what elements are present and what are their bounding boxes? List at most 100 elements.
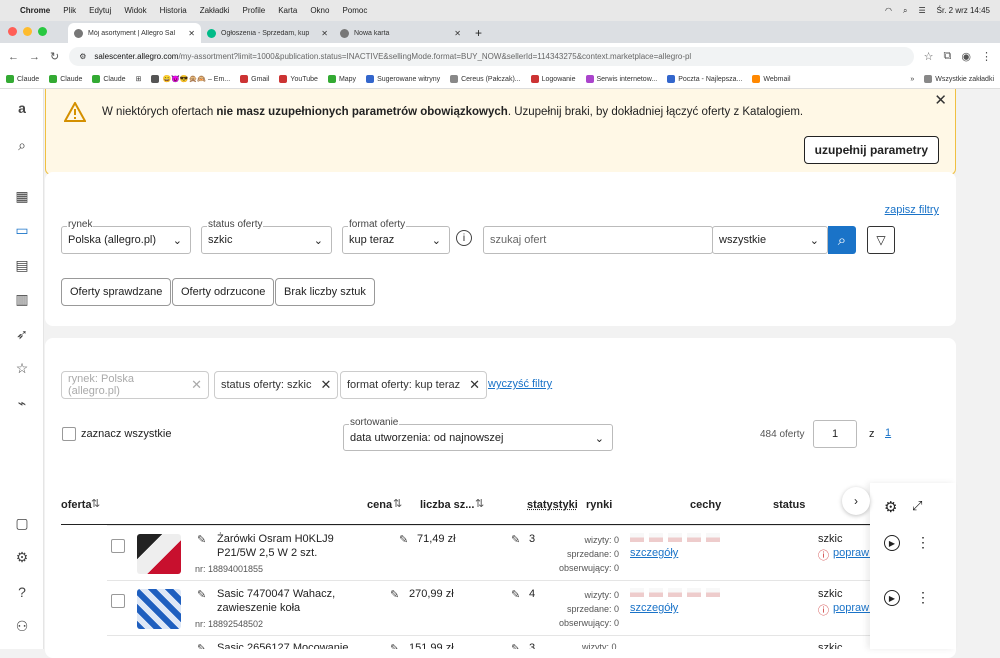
- close-icon[interactable]: ✕: [320, 377, 331, 393]
- bookmark-claude[interactable]: Claude: [49, 75, 82, 83]
- fill-parameters-button[interactable]: uzupełnij parametry: [803, 136, 939, 164]
- tab-ogloszenia[interactable]: Ogłoszenia - Sprzedam, kup ✕: [201, 23, 334, 43]
- more-menu-icon[interactable]: ⋮: [981, 50, 992, 63]
- wifi-icon[interactable]: ◠: [885, 6, 892, 15]
- search-icon[interactable]: ⌕: [903, 6, 907, 16]
- bookmark-gmail[interactable]: Gmail: [240, 75, 269, 83]
- sort-icon[interactable]: ⇅: [393, 497, 402, 510]
- offer-title[interactable]: Sasic 2656127 Mocowanie: [217, 641, 348, 649]
- bookmark-cereus[interactable]: Cereus (Pałczak)...: [450, 75, 521, 83]
- tab-my-assortment[interactable]: Mój asortyment | Allegro Sal ✕: [68, 23, 201, 43]
- status-select[interactable]: status oferty szkic ⌄: [201, 219, 332, 254]
- bookmark-claude[interactable]: Claude: [6, 75, 39, 83]
- bookmark-star-icon[interactable]: ☆: [924, 50, 934, 63]
- menu-edit[interactable]: Edytuj: [89, 6, 111, 15]
- checked-offers-button[interactable]: Oferty sprawdzane: [61, 278, 172, 306]
- details-link[interactable]: szczegóły: [630, 602, 678, 614]
- address-bar[interactable]: ⚙ salescenter.allegro.com/my-assortment?…: [69, 47, 914, 66]
- new-tab-icon[interactable]: +: [467, 26, 490, 43]
- scroll-right-button[interactable]: ›: [842, 487, 870, 515]
- clear-filters-link[interactable]: wyczyść filtry: [488, 378, 552, 390]
- row-checkbox[interactable]: [111, 594, 125, 608]
- reload-icon[interactable]: ↻: [50, 50, 59, 63]
- filter-chip-status[interactable]: status oferty: szkic ✕: [214, 371, 339, 399]
- select-all-checkbox[interactable]: [62, 427, 76, 441]
- search-button[interactable]: ⌕: [828, 226, 856, 254]
- help-icon[interactable]: ?: [12, 582, 32, 602]
- bookmark-login[interactable]: Logowanie: [530, 75, 576, 83]
- column-price[interactable]: cena: [367, 499, 392, 511]
- allegro-logo[interactable]: a: [12, 98, 32, 118]
- settings-icon[interactable]: ⚙: [884, 498, 897, 516]
- filter-chip-market[interactable]: rynek: Polska (allegro.pl) ✕: [61, 371, 209, 399]
- offer-title-line2[interactable]: P21/5W 2,5 W 2 szt.: [217, 546, 317, 560]
- sort-icon[interactable]: ⇅: [91, 497, 100, 510]
- product-thumbnail[interactable]: [137, 589, 181, 629]
- close-icon[interactable]: ✕: [469, 377, 480, 393]
- orders-icon[interactable]: ▤: [12, 255, 32, 275]
- save-filters-link[interactable]: zapisz filtry: [885, 204, 939, 216]
- column-offer[interactable]: oferta: [61, 499, 92, 511]
- search-scope-select[interactable]: wszystkie ⌄: [712, 226, 828, 254]
- menu-window[interactable]: Okno: [310, 6, 329, 15]
- expand-icon[interactable]: ⤢: [912, 498, 922, 514]
- settings-icon[interactable]: ⚙: [12, 547, 32, 567]
- close-tab-icon[interactable]: ✕: [321, 29, 328, 38]
- sort-icon[interactable]: ⇅: [475, 497, 484, 510]
- close-window-button[interactable]: [8, 27, 17, 36]
- filter-button[interactable]: ▽: [867, 226, 895, 254]
- bookmark-emoji[interactable]: 😄😈😎🙊🙉 – Em...: [151, 75, 230, 83]
- forward-icon[interactable]: →: [29, 51, 40, 63]
- offer-title-line2[interactable]: zawieszenie koła: [217, 601, 300, 615]
- more-actions-icon[interactable]: ⋮: [916, 534, 930, 551]
- rejected-offers-button[interactable]: Oferty odrzucone: [172, 278, 275, 306]
- bookmark-suggested[interactable]: Sugerowane witryny: [366, 75, 440, 83]
- edit-title-icon[interactable]: ✎: [197, 642, 206, 649]
- edit-price-icon[interactable]: ✎: [390, 642, 399, 649]
- close-icon[interactable]: ✕: [191, 377, 202, 393]
- menu-chrome[interactable]: Chrome: [20, 6, 50, 15]
- close-icon[interactable]: ✕: [934, 91, 947, 109]
- edit-title-icon[interactable]: ✎: [197, 588, 206, 601]
- close-tab-icon[interactable]: ✕: [188, 29, 195, 38]
- column-quantity[interactable]: liczba sz...: [420, 499, 474, 511]
- zoom-window-button[interactable]: [38, 27, 47, 36]
- tab-new[interactable]: Nowa karta ✕: [334, 23, 467, 43]
- sort-select[interactable]: sortowanie data utworzenia: od najnowsze…: [343, 417, 613, 451]
- close-tab-icon[interactable]: ✕: [454, 29, 461, 38]
- more-bookmarks-icon[interactable]: »: [910, 76, 914, 83]
- last-page-link[interactable]: 1: [885, 427, 891, 439]
- edit-price-icon[interactable]: ✎: [390, 588, 399, 601]
- activate-offer-icon[interactable]: ▶: [884, 590, 900, 606]
- back-icon[interactable]: ←: [8, 51, 19, 63]
- extensions-icon[interactable]: ⧉: [944, 50, 952, 63]
- all-bookmarks[interactable]: Wszystkie zakładki: [924, 75, 994, 83]
- column-stats[interactable]: statystyki: [527, 499, 578, 511]
- edit-title-icon[interactable]: ✎: [197, 533, 206, 546]
- info-icon[interactable]: i: [456, 230, 472, 246]
- market-select[interactable]: rynek Polska (allegro.pl) ⌄: [61, 219, 191, 254]
- edit-quantity-icon[interactable]: ✎: [511, 533, 520, 546]
- filter-chip-format[interactable]: format oferty: kup teraz ✕: [340, 371, 488, 399]
- no-quantity-button[interactable]: Brak liczby sztuk: [275, 278, 375, 306]
- dashboard-icon[interactable]: ▦: [12, 186, 32, 206]
- messages-icon[interactable]: ▢: [12, 513, 32, 533]
- more-actions-icon[interactable]: ⋮: [916, 589, 930, 606]
- row-checkbox[interactable]: [111, 539, 125, 553]
- offer-title[interactable]: Żarówki Osram H0KLJ9: [217, 532, 334, 546]
- edit-quantity-icon[interactable]: ✎: [511, 588, 520, 601]
- offer-title[interactable]: Sasic 7470047 Wahacz,: [217, 587, 335, 601]
- documents-icon[interactable]: ▥: [12, 289, 32, 309]
- menu-profiles[interactable]: Profile: [243, 6, 266, 15]
- menu-file[interactable]: Plik: [63, 6, 76, 15]
- menu-history[interactable]: Historia: [160, 6, 187, 15]
- menu-view[interactable]: Widok: [124, 6, 146, 15]
- edit-price-icon[interactable]: ✎: [399, 533, 408, 546]
- page-input[interactable]: 1: [813, 420, 857, 448]
- bookmark-webmail[interactable]: Webmail: [752, 75, 791, 83]
- menu-tab[interactable]: Karta: [278, 6, 297, 15]
- star-icon[interactable]: ☆: [12, 358, 32, 378]
- activate-offer-icon[interactable]: ▶: [884, 535, 900, 551]
- profile-avatar[interactable]: ◉: [961, 50, 971, 63]
- edit-quantity-icon[interactable]: ✎: [511, 642, 520, 649]
